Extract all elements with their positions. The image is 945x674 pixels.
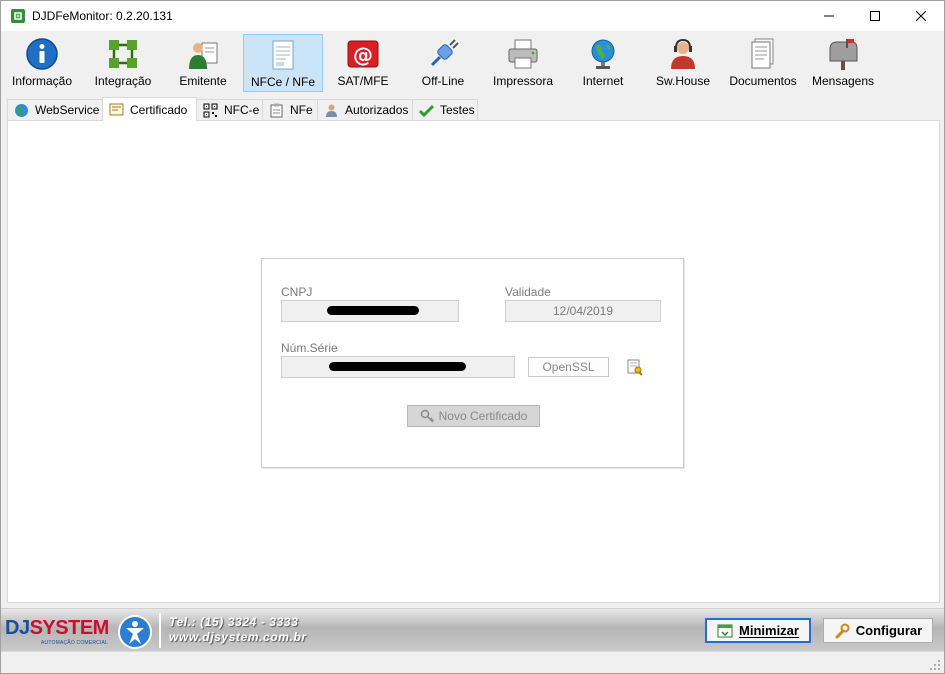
toolbar-mensagens-button[interactable]: Mensagens: [807, 34, 879, 92]
toolbar-documentos-button[interactable]: Documentos: [727, 34, 799, 92]
resize-grip-icon[interactable]: [929, 659, 941, 671]
window-controls: [806, 1, 944, 31]
status-bar: [1, 651, 944, 673]
cnpj-field[interactable]: [281, 300, 459, 322]
certificate-icon: [109, 103, 124, 116]
toolbar-sw-house-button[interactable]: Sw.House: [647, 34, 719, 92]
certificate-key-icon[interactable]: [627, 359, 644, 376]
minimize-window-button[interactable]: [806, 1, 852, 31]
toolbar-sat-mfe-button[interactable]: @ SAT/MFE: [327, 34, 399, 92]
num-serie-label: Núm.Série: [281, 341, 338, 355]
redaction-bar: [327, 306, 419, 315]
contact-info: Tel.: (15) 3324 - 3333 www.djsystem.com.…: [169, 615, 307, 645]
app-window: DJDFeMonitor: 0.2.20.131 Informação Inte…: [0, 0, 945, 674]
redaction-bar: [329, 362, 466, 371]
toolbar-informacao-button[interactable]: Informação: [5, 34, 79, 92]
tab-testes[interactable]: Testes: [412, 99, 478, 120]
close-icon: [916, 11, 926, 21]
tab-label: NFC-e: [224, 103, 260, 117]
globe-icon: [591, 39, 615, 69]
toolbar-label: Impressora: [492, 74, 554, 88]
footer-divider: [159, 613, 161, 648]
toolbar-integracao-button[interactable]: Integração: [86, 34, 160, 92]
plug-icon: [430, 39, 459, 67]
svg-text:@: @: [353, 43, 373, 67]
info-icon: [26, 38, 58, 70]
tab-label: NFe: [290, 103, 313, 117]
footer-bar: DJSYSTEM AUTOMAÇÃO COMERCIAL Tel.: (15) …: [1, 608, 944, 651]
logo-dj: DJ: [5, 617, 30, 639]
mailbox-icon: [829, 39, 858, 70]
tab-label: Testes: [440, 103, 475, 117]
minimizar-label: Minimizar: [739, 623, 799, 638]
qr-code-icon: [203, 103, 218, 117]
maximize-icon: [870, 11, 880, 21]
tab-webservice[interactable]: WebService: [7, 99, 103, 120]
toolbar-label: Off-Line: [421, 74, 465, 88]
checkmark-icon: [419, 104, 434, 117]
close-window-button[interactable]: [898, 1, 944, 31]
tab-label: WebService: [35, 103, 100, 117]
djsystem-logo: DJSYSTEM AUTOMAÇÃO COMERCIAL: [3, 611, 158, 651]
wrench-icon: [835, 623, 850, 638]
novo-certificado-button[interactable]: Novo Certificado: [407, 405, 540, 427]
toolbar-label: Documentos: [729, 74, 797, 88]
logo-system: SYSTEM: [29, 617, 110, 639]
contact-phone: Tel.: (15) 3324 - 3333: [169, 615, 299, 629]
window-title: DJDFeMonitor: 0.2.20.131: [32, 9, 173, 23]
toolbar-label: Integração: [94, 74, 152, 88]
emitter-icon: [189, 42, 218, 69]
printer-icon: [508, 39, 538, 69]
toolbar-off-line-button[interactable]: Off-Line: [407, 34, 479, 92]
validade-field[interactable]: 12/04/2019: [505, 300, 661, 322]
logo-subtitle: AUTOMAÇÃO COMERCIAL: [41, 640, 109, 646]
novo-certificado-label: Novo Certificado: [438, 409, 528, 423]
support-agent-icon: [671, 38, 695, 69]
tab-label: Certificado: [130, 102, 188, 117]
user-icon: [326, 104, 337, 117]
toolbar-label: NFCe / NFe: [250, 75, 315, 89]
minimizar-button[interactable]: Minimizar: [705, 618, 811, 643]
integration-icon: [109, 40, 137, 68]
globe-icon: [15, 103, 28, 117]
openssl-button[interactable]: OpenSSL: [528, 357, 609, 377]
app-logo-icon: [11, 9, 25, 23]
certificate-panel: CNPJ Validade 12/04/2019 Núm.Série OpenS…: [261, 258, 684, 468]
tab-label: Autorizados: [345, 103, 409, 117]
logo-emblem-icon: [118, 615, 152, 649]
validade-label: Validade: [505, 285, 551, 299]
toolbar-label: Mensagens: [811, 74, 875, 88]
title-bar: DJDFeMonitor: 0.2.20.131: [1, 1, 944, 31]
toolbar-label: Sw.House: [655, 74, 711, 88]
tab-certificado[interactable]: Certificado: [102, 97, 197, 121]
minimize-window-icon: [717, 624, 733, 637]
configurar-button[interactable]: Configurar: [823, 618, 933, 643]
clipboard-icon: [270, 103, 283, 117]
configurar-label: Configurar: [855, 623, 923, 638]
tab-content-certificado: CNPJ Validade 12/04/2019 Núm.Série OpenS…: [7, 120, 940, 603]
num-serie-field[interactable]: [281, 356, 515, 378]
toolbar-impressora-button[interactable]: Impressora: [487, 34, 559, 92]
toolbar-nfce-nfe-button[interactable]: NFCe / NFe: [243, 34, 323, 92]
documents-icon: [751, 38, 774, 69]
document-icon: [272, 40, 294, 70]
tab-autorizados[interactable]: Autorizados: [317, 99, 413, 120]
toolbar-label: Internet: [582, 74, 624, 88]
toolbar-internet-button[interactable]: Internet: [567, 34, 639, 92]
at-sign-icon: @: [347, 40, 379, 68]
main-toolbar: Informação Integração Emitente NFCe / NF…: [1, 31, 944, 93]
tab-nfe[interactable]: NFe: [262, 99, 318, 120]
toolbar-label: Emitente: [179, 74, 227, 88]
toolbar-label: SAT/MFE: [337, 74, 389, 88]
toolbar-emitente-button[interactable]: Emitente: [167, 34, 239, 92]
tab-nfc-e[interactable]: NFC-e: [196, 99, 263, 120]
minimize-icon: [824, 15, 834, 17]
contact-website: www.djsystem.com.br: [169, 630, 307, 644]
maximize-window-button[interactable]: [852, 1, 898, 31]
logo-text: DJSYSTEM: [5, 617, 109, 640]
key-icon: [420, 409, 434, 423]
toolbar-label: Informação: [11, 74, 73, 88]
cnpj-label: CNPJ: [281, 285, 313, 299]
